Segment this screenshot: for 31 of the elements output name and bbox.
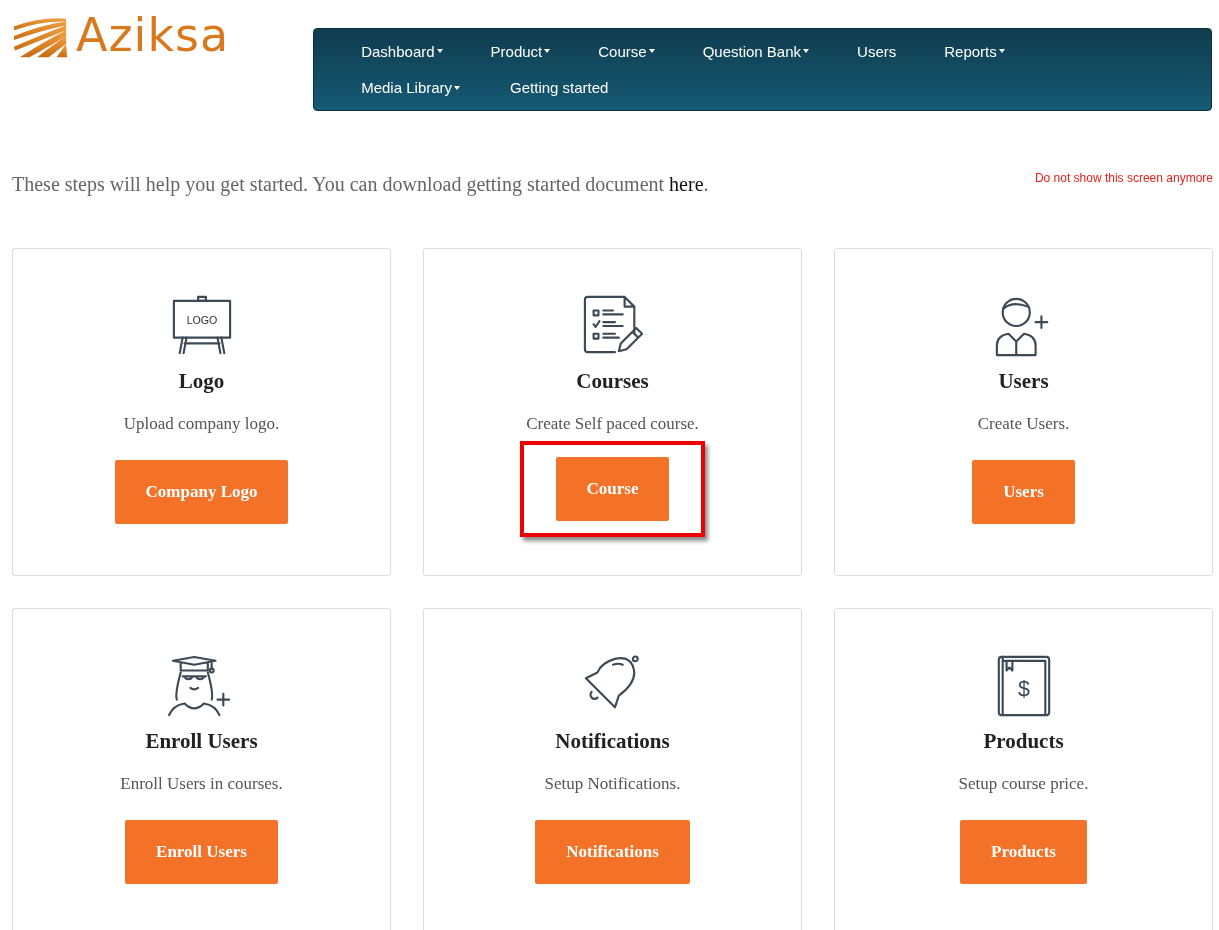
brand-name: Aziksa — [76, 10, 230, 60]
card-description: Create Users. — [977, 414, 1070, 434]
card-title: Enroll Users — [145, 729, 258, 754]
card-description: Create Self paced course. — [526, 414, 699, 434]
caret-icon — [436, 49, 443, 54]
nav-item[interactable]: Course — [598, 42, 655, 60]
download-link[interactable]: here — [669, 173, 704, 195]
card-description: Setup Notifications. — [544, 774, 681, 794]
caret-icon — [803, 49, 810, 54]
card-title: Notifications — [555, 729, 670, 754]
nav-item[interactable]: Product — [490, 42, 551, 60]
intro-text: These steps will help you get started. You can download getting started document here. — [12, 173, 709, 196]
card-title: Logo — [178, 369, 225, 394]
card-title: Courses — [576, 369, 649, 394]
caret-icon — [998, 49, 1005, 54]
nav-item[interactable]: Dashboard — [361, 42, 443, 60]
caret-icon — [454, 85, 461, 90]
dismiss-link[interactable]: Do not show this screen anymore — [1034, 171, 1213, 185]
nav-item[interactable]: Getting started — [510, 79, 609, 97]
nav-item[interactable]: Reports — [944, 42, 1005, 60]
card-description: Upload company logo. — [123, 414, 280, 434]
card-description: Enroll Users in courses. — [120, 774, 283, 794]
card-title: Users — [998, 369, 1049, 394]
nav-item[interactable]: Media Library — [361, 79, 461, 97]
caret-icon — [544, 49, 551, 54]
rays-logo-icon — [12, 16, 70, 60]
nav-item[interactable]: Question Bank — [702, 42, 810, 60]
caret-icon — [648, 49, 655, 54]
card-description: Setup course price. — [958, 774, 1089, 794]
nav-item[interactable]: Users — [857, 42, 897, 60]
card-title: Products — [983, 729, 1064, 754]
